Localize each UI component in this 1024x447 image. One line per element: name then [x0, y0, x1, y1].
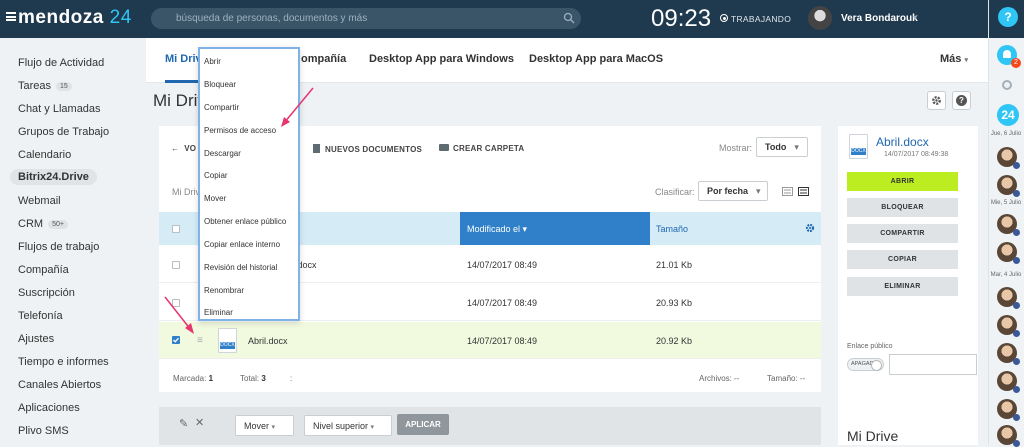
annotation-arrows — [164, 87, 314, 334]
pink-arrow-line — [283, 87, 314, 124]
pink-arrow-line — [164, 296, 192, 331]
